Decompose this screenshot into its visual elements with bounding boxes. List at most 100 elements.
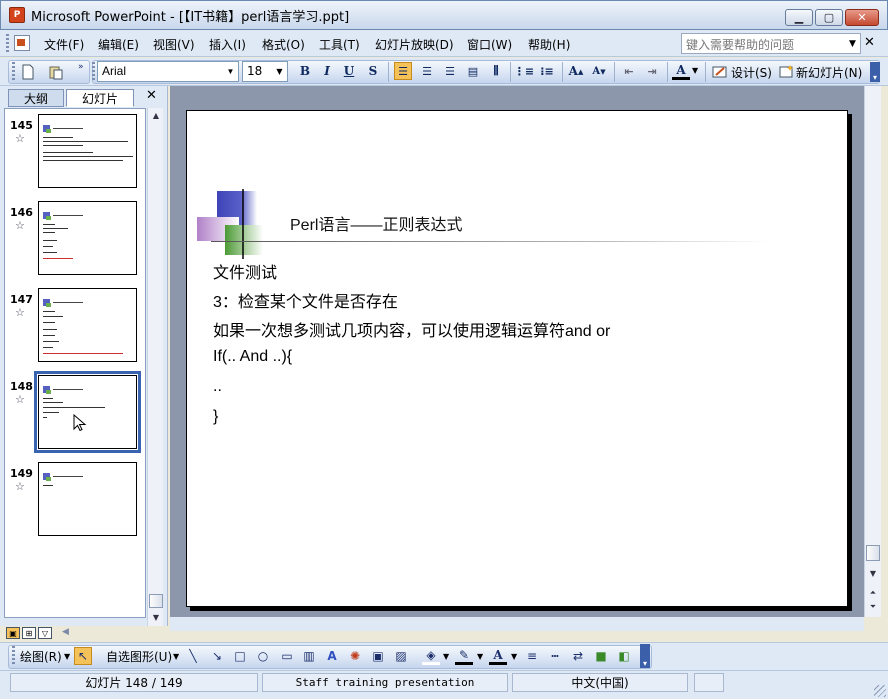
body-line-4[interactable]: If(.. And ..){ <box>213 348 292 366</box>
design-icon[interactable] <box>712 64 728 80</box>
autoshapes-button[interactable]: 自选图形(U) <box>106 648 172 665</box>
underline-button[interactable]: U <box>340 62 358 80</box>
numbering-icon[interactable]: ⋮≡ <box>514 62 534 80</box>
powerpoint-icon[interactable]: P <box>9 7 25 23</box>
close-icon[interactable]: ✕ <box>146 88 157 103</box>
thumbnail-scrollbar[interactable]: ▲ ▼ <box>147 108 163 626</box>
scroll-thumb[interactable] <box>149 594 163 608</box>
chevron-down-icon[interactable]: ▼ <box>173 652 179 661</box>
toolbar-overflow-icon[interactable]: » <box>78 62 84 72</box>
tab-slides[interactable]: 幻灯片 <box>66 89 134 107</box>
justify-icon[interactable]: ▤ <box>464 62 482 80</box>
menu-format[interactable]: 格式(O) <box>262 36 305 53</box>
body-line-5[interactable]: .. <box>213 378 222 396</box>
shadow-button[interactable]: S <box>364 62 382 80</box>
menu-edit[interactable]: 编辑(E) <box>98 36 139 53</box>
next-slide-icon[interactable]: ⏷ <box>865 600 881 614</box>
chevron-down-icon[interactable]: ▼ <box>273 63 286 80</box>
font-color-icon[interactable]: A <box>672 62 690 80</box>
picture-icon[interactable]: ▨ <box>392 647 410 665</box>
menu-insert[interactable]: 插入(I) <box>209 36 246 53</box>
dash-style-icon[interactable]: ┅ <box>546 647 564 665</box>
chevron-down-icon[interactable]: ▼ <box>845 34 860 53</box>
chevron-down-icon[interactable]: ▼ <box>477 652 483 661</box>
toolbar-grip-2[interactable] <box>92 62 95 82</box>
slide-sorter-icon[interactable]: ⊞ <box>22 627 36 639</box>
vertical-textbox-icon[interactable]: ▥ <box>300 647 318 665</box>
previous-slide-icon[interactable]: ⏶ <box>865 586 881 600</box>
slide-scrollbar[interactable]: ▼ ⏶ ⏷ <box>864 86 881 617</box>
scroll-left-icon[interactable]: ◀ <box>62 627 69 637</box>
toolbar-grip[interactable] <box>12 62 15 82</box>
align-right-icon[interactable]: ☰ <box>441 62 459 80</box>
diagram-icon[interactable]: ✺ <box>346 647 364 665</box>
menu-help[interactable]: 帮助(H) <box>528 36 570 53</box>
slide-thumbnail-146[interactable] <box>38 201 137 275</box>
new-slide-button[interactable]: 新幻灯片(N) <box>796 64 862 81</box>
line-icon[interactable]: ╲ <box>184 647 202 665</box>
slide-thumbnail-149[interactable] <box>38 462 137 536</box>
paste-icon[interactable] <box>48 64 64 80</box>
design-button[interactable]: 设计(S) <box>731 64 772 81</box>
maximize-button[interactable]: ▢ <box>815 9 843 26</box>
tab-outline[interactable]: 大纲 <box>8 89 64 107</box>
slide-canvas[interactable]: Perl语言——正则表达式 文件测试 3：检查某个文件是否存在 如果一次想多测试… <box>186 110 848 607</box>
align-center-icon[interactable]: ☰ <box>418 62 436 80</box>
line-style-icon[interactable]: ≡ <box>523 647 541 665</box>
3d-style-icon[interactable]: ◧ <box>615 647 633 665</box>
normal-view-icon[interactable]: ▣ <box>6 627 20 639</box>
chevron-down-icon[interactable]: ▼ <box>443 652 449 661</box>
slide-thumbnail-147[interactable] <box>38 288 137 362</box>
menu-slideshow[interactable]: 幻灯片放映(D) <box>375 36 454 53</box>
font-size-select[interactable]: 18 ▼ <box>242 61 288 82</box>
select-pointer-icon[interactable]: ↖ <box>74 647 92 665</box>
increase-indent-icon[interactable]: ⇥ <box>643 62 661 80</box>
chevron-down-icon[interactable]: ▼ <box>64 652 70 661</box>
line-color-icon[interactable]: ✎ <box>455 647 473 665</box>
new-document-icon[interactable] <box>20 64 36 80</box>
body-line-3[interactable]: 如果一次想多测试几项内容，可以使用逻辑运算符and or <box>213 317 610 341</box>
document-close-icon[interactable]: ✕ <box>864 35 875 50</box>
toolbar-options-icon[interactable]: ▾ <box>870 62 880 82</box>
resize-grip[interactable] <box>874 685 886 697</box>
fill-color-icon[interactable]: ◈ <box>422 647 440 665</box>
wordart-icon[interactable]: A <box>323 647 341 665</box>
bullets-icon[interactable]: ⁝≡ <box>538 62 556 80</box>
shadow-style-icon[interactable]: ■ <box>592 647 610 665</box>
menu-grip[interactable] <box>6 34 9 53</box>
toolbar-options-icon[interactable]: ▾ <box>640 644 650 668</box>
arrow-style-icon[interactable]: ⇄ <box>569 647 587 665</box>
italic-button[interactable]: I <box>318 62 336 80</box>
decrease-indent-icon[interactable]: ⇤ <box>620 62 638 80</box>
scroll-up-icon[interactable]: ▲ <box>148 108 164 122</box>
menu-window[interactable]: 窗口(W) <box>467 36 512 53</box>
clip-art-icon[interactable]: ▣ <box>369 647 387 665</box>
align-left-icon[interactable]: ☰ <box>394 62 412 80</box>
font-select[interactable]: Arial ▼ <box>97 61 239 82</box>
bold-button[interactable]: B <box>296 62 314 80</box>
arrow-icon[interactable]: ↘ <box>208 647 226 665</box>
oval-icon[interactable]: ○ <box>254 647 272 665</box>
draw-menu-button[interactable]: 绘图(R) <box>20 648 62 665</box>
menu-view[interactable]: 视图(V) <box>153 36 195 53</box>
scroll-down-icon[interactable]: ▼ <box>148 610 164 624</box>
help-search-input[interactable]: 键入需要帮助的问题 <box>681 33 861 54</box>
slideshow-icon[interactable]: ▽ <box>38 627 52 639</box>
drawing-toolbar-grip[interactable] <box>12 646 15 666</box>
font-color-icon[interactable]: A <box>489 647 507 665</box>
chevron-down-icon[interactable]: ▼ <box>224 63 237 80</box>
close-button[interactable]: ✕ <box>845 9 879 26</box>
slide-thumbnail-148[interactable] <box>34 371 141 453</box>
slide-thumbnail-145[interactable] <box>38 114 137 188</box>
scroll-down-icon[interactable]: ▼ <box>865 566 881 580</box>
chevron-down-icon[interactable]: ▼ <box>511 652 517 661</box>
new-slide-icon[interactable] <box>778 64 794 80</box>
minimize-button[interactable]: ▁ <box>785 9 813 26</box>
slide-title[interactable]: Perl语言——正则表达式 <box>290 211 462 235</box>
rectangle-icon[interactable]: □ <box>231 647 249 665</box>
body-line-2[interactable]: 3：检查某个文件是否存在 <box>213 288 398 312</box>
vertical-text-icon[interactable]: ⫼ <box>487 62 505 80</box>
menu-tools[interactable]: 工具(T) <box>319 36 360 53</box>
textbox-icon[interactable]: ▭ <box>278 647 296 665</box>
body-line-6[interactable]: } <box>213 408 218 426</box>
